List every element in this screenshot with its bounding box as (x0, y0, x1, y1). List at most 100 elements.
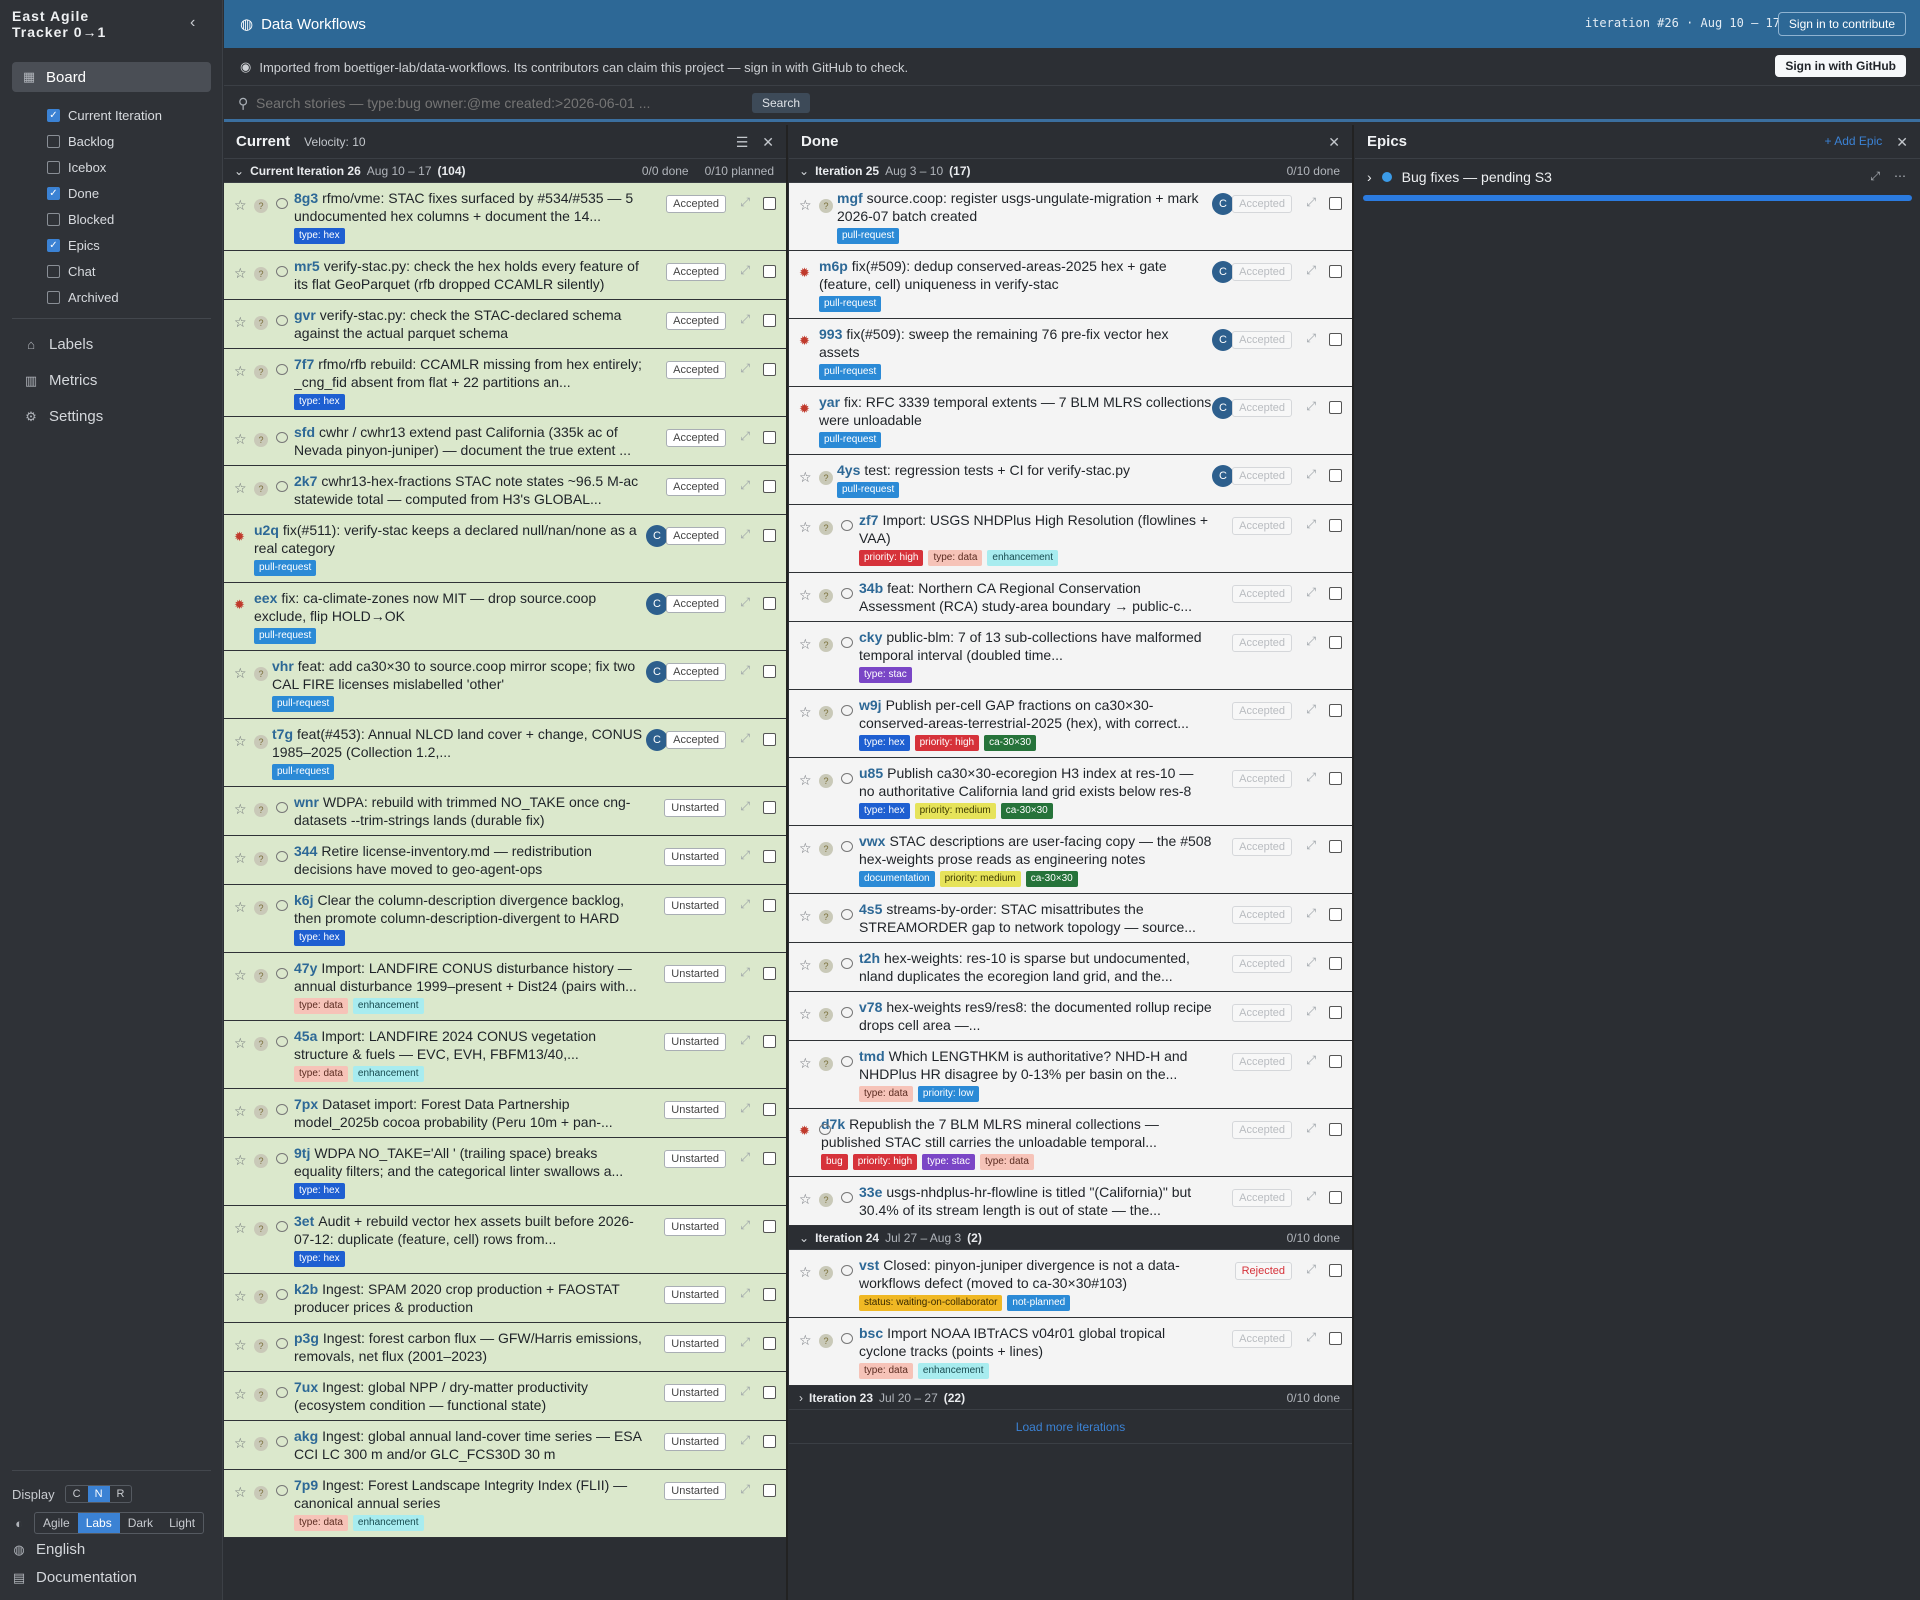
story-card[interactable]: ✹ d7k Republish the 7 BLM MLRS mineral col… (789, 1109, 1352, 1177)
star-icon[interactable]: ☆ (799, 908, 812, 925)
chevron-right-icon[interactable]: › (1367, 169, 1372, 185)
checkbox[interactable] (47, 264, 60, 278)
select-checkbox[interactable] (1329, 1264, 1342, 1277)
estimate-icon[interactable]: ? (819, 1193, 833, 1207)
sign-in-button[interactable]: Sign in to contribute (1777, 12, 1906, 36)
story-card[interactable]: ☆? bsc Import NOAA IBTrACS v04r01 global t… (789, 1318, 1352, 1386)
star-icon[interactable]: ☆ (799, 957, 812, 974)
state-button[interactable]: Accepted (666, 195, 726, 213)
state-button[interactable]: Accepted (666, 663, 726, 681)
label-badge[interactable]: type: stac (859, 667, 912, 683)
select-checkbox[interactable] (763, 1103, 776, 1116)
state-button[interactable]: Accepted (1232, 770, 1292, 788)
story-card[interactable]: ☆? mr5 verify-stac.py: check the hex holds… (224, 251, 786, 300)
expand-icon[interactable]: ⤢ (1306, 195, 1316, 210)
select-checkbox[interactable] (763, 1484, 776, 1497)
story-id[interactable]: zf7 (859, 512, 878, 528)
state-button[interactable]: Accepted (1232, 1004, 1292, 1022)
select-checkbox[interactable] (763, 1152, 776, 1165)
load-more-button[interactable]: Load more iterations (789, 1410, 1352, 1444)
collapse-sidebar-icon[interactable]: ‹ (190, 14, 195, 32)
state-button[interactable]: Accepted (666, 595, 726, 613)
expand-icon[interactable]: ⤢ (740, 1150, 750, 1165)
story-id[interactable]: 344 (294, 843, 317, 859)
expand-icon[interactable]: ⤢ (1306, 1004, 1316, 1019)
star-icon[interactable]: ☆ (799, 197, 812, 214)
star-icon[interactable]: ☆ (799, 1006, 812, 1023)
panel-toggle-backlog[interactable]: Backlog (47, 128, 162, 154)
expand-icon[interactable]: ⤢ (1306, 517, 1316, 532)
story-card[interactable]: ☆? p3g Ingest: forest carbon flux — GFW/Ha… (224, 1323, 786, 1372)
expand-icon[interactable]: ⤢ (1306, 1189, 1316, 1204)
state-button[interactable]: Accepted (1232, 331, 1292, 349)
label-badge[interactable]: enhancement (987, 550, 1058, 566)
story-card[interactable]: ☆? v78 hex-weights res9/res8: the document… (789, 992, 1352, 1041)
expand-icon[interactable]: ⤢ (740, 1335, 750, 1350)
state-button[interactable]: Accepted (1232, 517, 1292, 535)
story-card[interactable]: ☆? 9tj WDPA NO_TAKE='All ' (trailing space… (224, 1138, 786, 1206)
story-id[interactable]: akg (294, 1428, 318, 1444)
theme-option[interactable]: Labs (77, 1513, 120, 1533)
expand-icon[interactable]: ⤢ (1306, 1121, 1316, 1136)
label-badge[interactable]: type: hex (294, 1183, 345, 1199)
label-badge[interactable]: type: hex (294, 394, 345, 410)
estimate-icon[interactable]: ? (254, 667, 268, 681)
estimate-icon[interactable]: ? (254, 969, 268, 983)
checkbox[interactable] (47, 290, 60, 304)
story-id[interactable]: u85 (859, 765, 883, 781)
state-button[interactable]: Rejected (1234, 1262, 1292, 1280)
story-id[interactable]: wnr (294, 794, 319, 810)
language-selector[interactable]: ◍ English (12, 1541, 85, 1558)
state-button[interactable]: Accepted (666, 263, 726, 281)
expand-icon[interactable]: ⤢ (740, 799, 750, 814)
estimate-icon[interactable]: ? (254, 482, 268, 496)
star-icon[interactable]: ☆ (234, 967, 247, 984)
theme-option[interactable]: Light (161, 1513, 203, 1533)
story-card[interactable]: ☆? zf7 Import: USGS NHDPlus High Resolutio… (789, 505, 1352, 573)
star-icon[interactable]: ☆ (799, 469, 812, 486)
panel-toggle-chat[interactable]: Chat (47, 258, 162, 284)
close-icon[interactable]: ✕ (1896, 134, 1908, 151)
density-option[interactable]: N (87, 1486, 110, 1502)
label-badge[interactable]: status: waiting-on-collaborator (859, 1295, 1003, 1311)
select-checkbox[interactable] (763, 597, 776, 610)
expand-icon[interactable]: ⤢ (1306, 1330, 1316, 1345)
state-button[interactable]: Accepted (666, 361, 726, 379)
estimate-icon[interactable]: ? (254, 735, 268, 749)
story-id[interactable]: cky (859, 629, 882, 645)
expand-icon[interactable]: ⤢ (740, 1218, 750, 1233)
story-id[interactable]: 47y (294, 960, 317, 976)
expand-icon[interactable]: ⤢ (1306, 906, 1316, 921)
label-badge[interactable]: pull-request (819, 432, 882, 448)
close-icon[interactable]: ✕ (762, 134, 774, 151)
close-icon[interactable]: ✕ (1328, 134, 1340, 151)
estimate-icon[interactable]: ? (254, 1037, 268, 1051)
story-id[interactable]: 9tj (294, 1145, 310, 1161)
select-checkbox[interactable] (1329, 957, 1342, 970)
state-button[interactable]: Accepted (1232, 1189, 1292, 1207)
expand-icon[interactable]: ⤢ (740, 897, 750, 912)
story-card[interactable]: ☆? tmd Which LENGTHKM is authoritative? NH… (789, 1041, 1352, 1109)
story-card[interactable]: ☆? 7ux Ingest: global NPP / dry-matter pro… (224, 1372, 786, 1421)
checkbox[interactable]: ✓ (47, 238, 60, 252)
estimate-icon[interactable]: ? (254, 1339, 268, 1353)
panel-toggle-epics[interactable]: ✓ Epics (47, 232, 162, 258)
state-button[interactable]: Accepted (1232, 399, 1292, 417)
estimate-icon[interactable]: ? (819, 1334, 833, 1348)
story-id[interactable]: p3g (294, 1330, 319, 1346)
estimate-icon[interactable]: ? (254, 1105, 268, 1119)
star-icon[interactable]: ☆ (234, 363, 247, 380)
brand-logo[interactable]: East Agile Tracker 0→1 (12, 8, 106, 40)
expand-icon[interactable]: ⤢ (1306, 331, 1316, 346)
story-card[interactable]: ☆? 8g3 rfmo/vme: STAC fixes surfaced by #5… (224, 183, 786, 251)
label-badge[interactable]: pull-request (272, 696, 335, 712)
star-icon[interactable]: ☆ (234, 665, 247, 682)
expand-icon[interactable]: ⤢ (740, 429, 750, 444)
expand-icon[interactable]: ⤢ (740, 1482, 750, 1497)
select-checkbox[interactable] (1329, 333, 1342, 346)
label-badge[interactable]: enhancement (352, 1515, 424, 1531)
story-id[interactable]: k2b (294, 1281, 318, 1297)
state-button[interactable]: Accepted (1232, 838, 1292, 856)
star-icon[interactable]: ☆ (799, 704, 812, 721)
select-checkbox[interactable] (1329, 1332, 1342, 1345)
